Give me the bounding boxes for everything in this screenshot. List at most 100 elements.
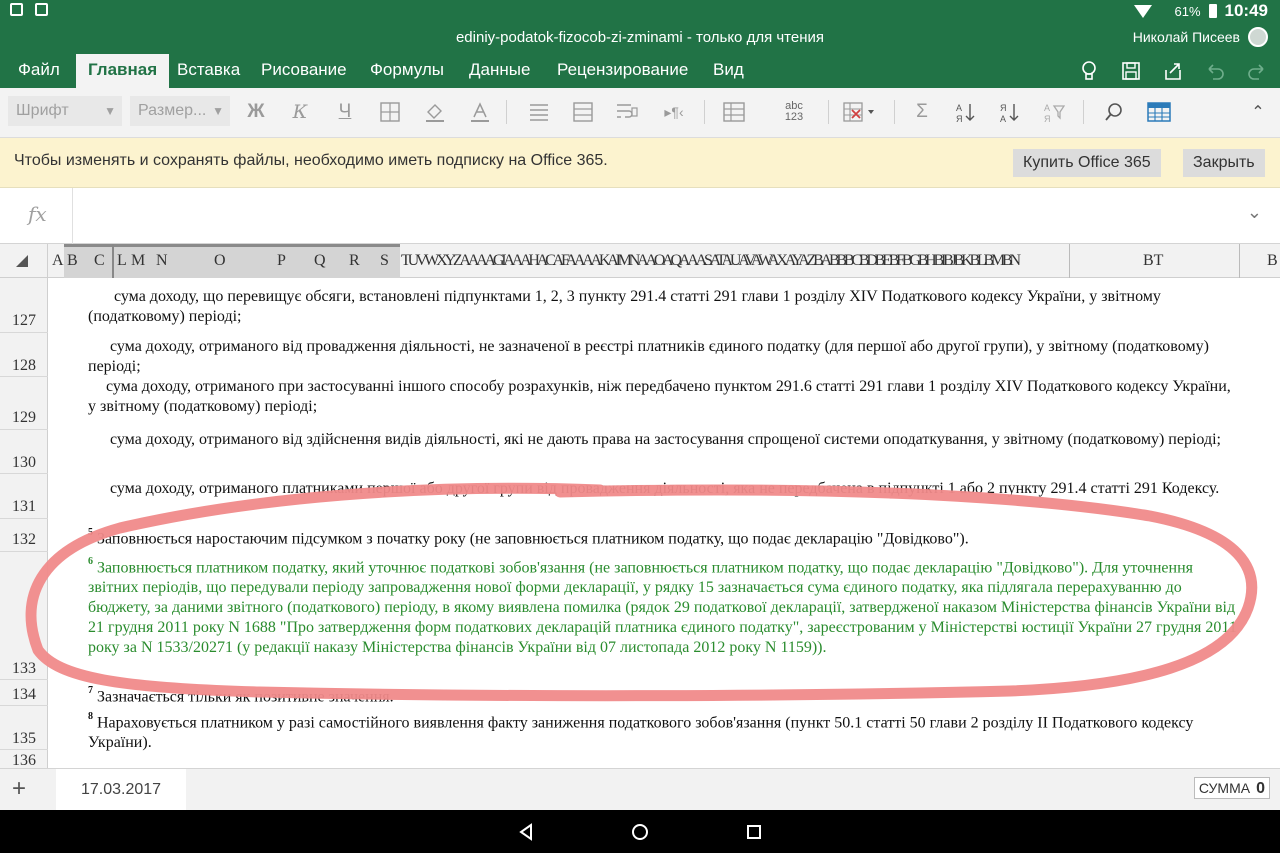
column-divider — [1239, 244, 1240, 278]
save-icon[interactable] — [1118, 58, 1144, 84]
underline-button[interactable]: Ч — [331, 98, 359, 126]
tab-review[interactable]: Рецензирование — [545, 54, 700, 88]
footnote-text: Зазначається тільки як позитивне значенн… — [97, 688, 394, 706]
row-header[interactable]: 131 — [0, 498, 48, 516]
column-header-l[interactable]: L — [117, 252, 127, 270]
footnote-cell-highlighted[interactable]: 6 Заповнюється платником податку, який ут… — [88, 554, 1238, 658]
chevron-down-icon[interactable]: ⌄ — [1247, 202, 1262, 223]
share-icon[interactable] — [1160, 58, 1186, 84]
freeze-panes-icon[interactable] — [1145, 98, 1173, 126]
number-format-button[interactable]: abc 123 — [778, 98, 810, 126]
avatar[interactable] — [1248, 27, 1268, 47]
row-header[interactable]: 127 — [0, 312, 48, 330]
text-direction-icon[interactable]: ▸¶‹ — [660, 98, 688, 126]
row-divider — [0, 332, 48, 333]
row-header[interactable]: 128 — [0, 357, 48, 375]
column-header-q[interactable]: Q — [314, 252, 326, 270]
column-header-n[interactable]: N — [156, 252, 168, 270]
column-header-s[interactable]: S — [380, 252, 389, 270]
italic-button[interactable]: К — [286, 98, 314, 126]
app-notification-icon — [35, 3, 48, 16]
close-notice-button[interactable]: Закрыть — [1183, 149, 1265, 177]
search-icon[interactable] — [1100, 98, 1128, 126]
worksheet-grid[interactable]: 127 128 129 130 131 132 133 134 135 136 … — [0, 278, 1280, 768]
row-header[interactable]: 136 — [0, 752, 48, 768]
recent-apps-icon[interactable] — [740, 818, 768, 846]
merge-cells-icon[interactable] — [569, 98, 597, 126]
wrap-text-icon[interactable] — [613, 98, 641, 126]
insert-delete-icon[interactable] — [842, 98, 878, 126]
home-icon[interactable] — [626, 818, 654, 846]
status-sum[interactable]: СУММА 0 — [1193, 777, 1270, 799]
chevron-down-icon: ▼ — [104, 104, 116, 118]
row-divider — [0, 705, 48, 706]
tab-home[interactable]: Главная — [76, 54, 170, 88]
font-size-combo[interactable]: Размер... ▼ — [130, 96, 230, 126]
footnote-marker: 8 — [88, 711, 93, 722]
lightbulb-icon[interactable] — [1076, 58, 1102, 84]
font-combo[interactable]: Шрифт ▼ — [8, 96, 122, 126]
filter-icon[interactable]: AЯ — [1040, 98, 1068, 126]
row-header[interactable]: 129 — [0, 409, 48, 427]
cell-text[interactable]: сума доходу, отриманого платниками першо… — [88, 479, 1238, 499]
frozen-divider — [112, 244, 114, 278]
wifi-icon — [1134, 4, 1153, 18]
row-header[interactable]: 134 — [0, 686, 48, 704]
borders-icon[interactable] — [376, 98, 404, 126]
cell-text[interactable]: сума доходу, отриманого від провадження … — [88, 337, 1238, 377]
redo-icon[interactable] — [1244, 58, 1270, 84]
footnote-marker: 6 — [88, 556, 93, 567]
user-name[interactable]: Николай Писеев — [1133, 29, 1240, 45]
cell-text[interactable]: сума доходу, що перевищує обсяги, встано… — [88, 287, 1238, 327]
sheet-tab-active[interactable]: 17.03.2017 — [56, 769, 186, 811]
sort-ascending-icon[interactable]: AЯ — [952, 98, 980, 126]
back-icon[interactable] — [512, 818, 540, 846]
footnote-cell[interactable]: 5 Заповнюється наростаючим підсумком з по… — [88, 525, 1238, 549]
collapse-ribbon-icon[interactable]: ⌃ — [1244, 98, 1272, 126]
bold-button[interactable]: Ж — [242, 98, 270, 126]
row-headers: 127 128 129 130 131 132 133 134 135 136 — [0, 278, 48, 768]
cell-styles-icon[interactable] — [720, 98, 748, 126]
column-header-r[interactable]: R — [349, 252, 360, 270]
footnote-cell[interactable]: 7 Зазначається тільки як позитивне значен… — [88, 683, 1238, 707]
tab-insert[interactable]: Вставка — [165, 54, 252, 88]
column-header-c[interactable]: C — [94, 252, 105, 270]
tab-formulas[interactable]: Формулы — [358, 54, 456, 88]
buy-office-button[interactable]: Купить Office 365 — [1013, 149, 1161, 177]
formula-bar[interactable]: fx ⌄ — [0, 188, 1280, 244]
select-all-button[interactable] — [0, 244, 48, 278]
column-header-a[interactable]: A — [52, 252, 64, 270]
document-title: ediniy-podatok-fizocob-zi-zminami - толь… — [455, 29, 825, 46]
column-header-b[interactable]: B — [67, 252, 78, 270]
row-divider — [0, 429, 48, 430]
row-header[interactable]: 133 — [0, 660, 48, 678]
cell-text[interactable]: сума доходу, отриманого при застосуванні… — [88, 377, 1238, 417]
sort-descending-icon[interactable]: ЯA — [996, 98, 1024, 126]
font-color-icon[interactable] — [466, 98, 494, 126]
column-headers: A B C L M N O P Q R S TUVWXYZAAAAGIAAAHA… — [0, 244, 1280, 278]
ribbon-divider — [894, 100, 895, 124]
autosum-button[interactable]: Σ — [908, 98, 936, 126]
row-header[interactable]: 135 — [0, 730, 48, 748]
tab-draw[interactable]: Рисование — [249, 54, 359, 88]
column-header-m[interactable]: M — [131, 252, 145, 270]
column-header-bt[interactable]: BT — [1143, 252, 1163, 270]
column-header-bu[interactable]: B — [1267, 252, 1278, 270]
column-header-p[interactable]: P — [277, 252, 286, 270]
tab-file[interactable]: Файл — [6, 54, 72, 88]
row-header[interactable]: 130 — [0, 454, 48, 472]
tab-data[interactable]: Данные — [457, 54, 542, 88]
column-headers-compressed[interactable]: TUVWXYZAAAAGIAAAHACAFAAAAKAIMNAAOAQAAASA… — [401, 252, 1069, 270]
add-sheet-button[interactable]: + — [12, 775, 26, 803]
column-header-o[interactable]: O — [214, 252, 226, 270]
ribbon-tabs: Файл Главная Вставка Рисование Формулы Д… — [0, 54, 1280, 88]
align-left-icon[interactable] — [525, 98, 553, 126]
undo-icon[interactable] — [1202, 58, 1228, 84]
tab-view[interactable]: Вид — [701, 54, 756, 88]
ribbon-divider — [1083, 100, 1084, 124]
cell-text[interactable]: сума доходу, отриманого від здійснення в… — [88, 430, 1238, 450]
row-header[interactable]: 132 — [0, 531, 48, 549]
fill-color-icon[interactable] — [421, 98, 449, 126]
footnote-cell[interactable]: 8 Нараховується платником у разі самостій… — [88, 709, 1238, 753]
svg-text:A: A — [1000, 114, 1006, 123]
